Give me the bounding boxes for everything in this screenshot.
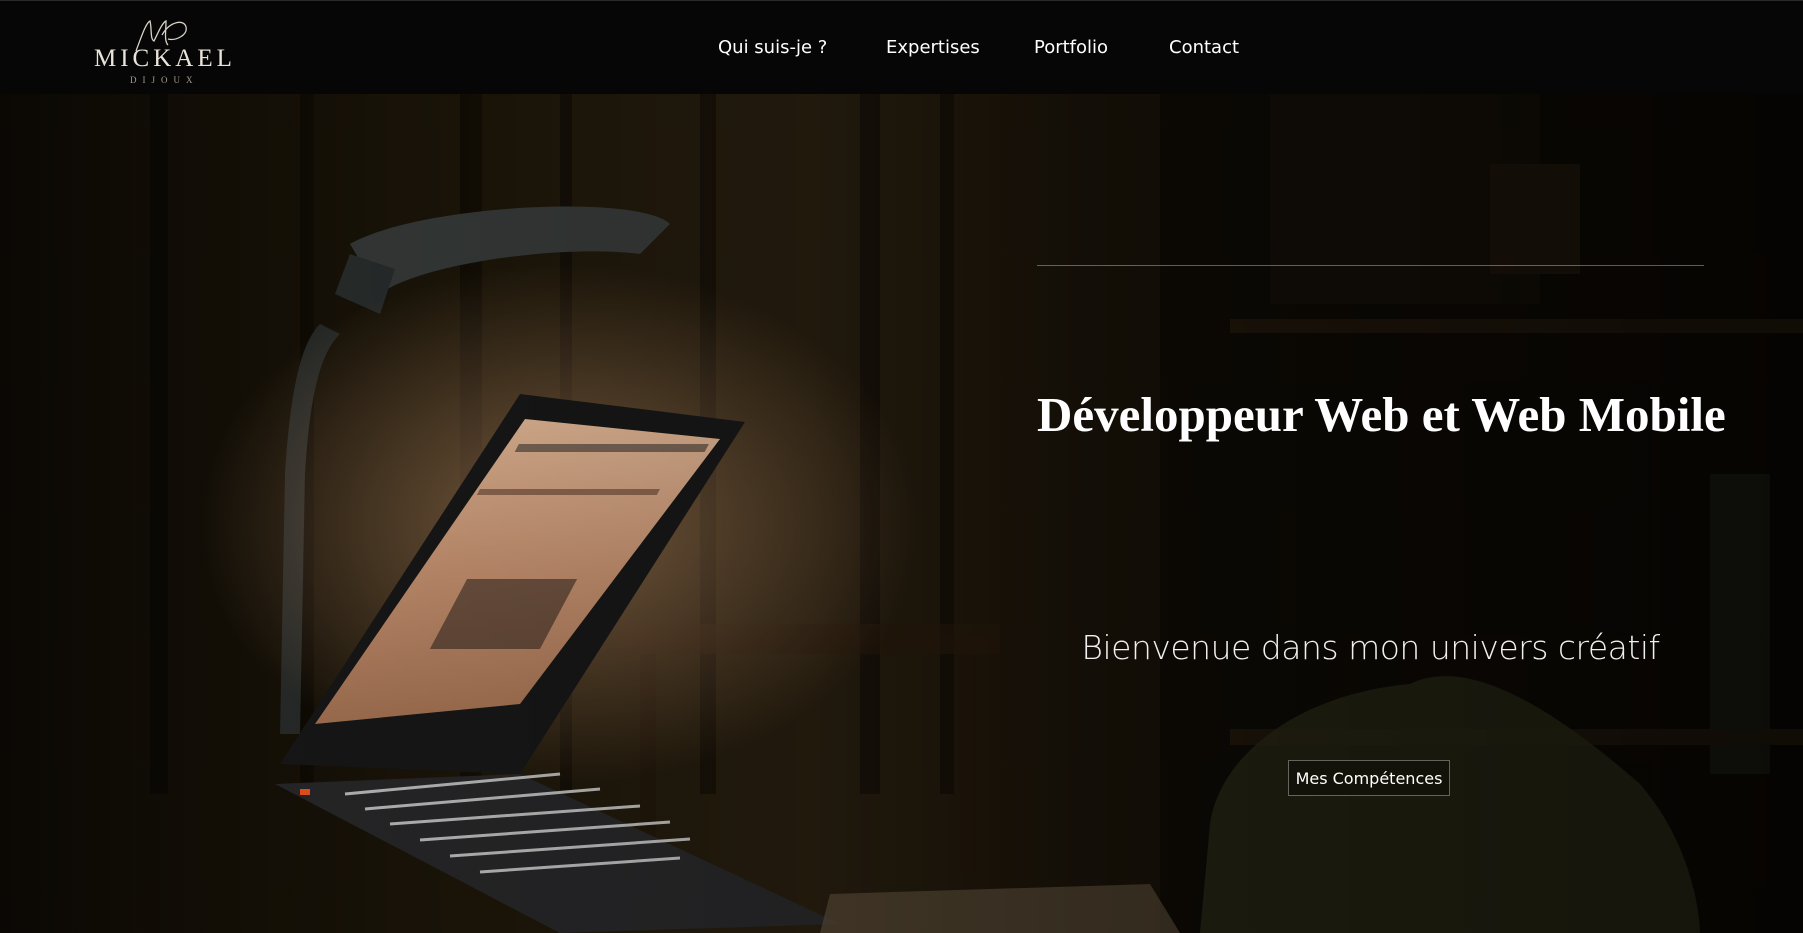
hero-section: Développeur Web et Web Mobile Bienvenue …	[0, 94, 1803, 933]
hero-background-image	[0, 94, 1803, 933]
hero-divider	[1037, 265, 1704, 266]
skills-button[interactable]: Mes Compétences	[1288, 760, 1450, 796]
hero-title: Développeur Web et Web Mobile	[1037, 387, 1726, 442]
nav-item-expertises[interactable]: Expertises	[886, 37, 980, 58]
hero-subtitle: Bienvenue dans mon univers créatif	[1081, 628, 1660, 667]
nav-item-contact[interactable]: Contact	[1169, 37, 1239, 58]
nav-item-portfolio[interactable]: Portfolio	[1034, 37, 1108, 58]
logo-name: MICKAEL	[94, 45, 236, 72]
logo-surname: DIJOUX	[130, 75, 199, 85]
site-header: MICKAEL DIJOUX Qui suis-je ? Expertises …	[0, 0, 1803, 94]
logo[interactable]: MICKAEL DIJOUX	[88, 11, 233, 87]
nav-item-about[interactable]: Qui suis-je ?	[718, 37, 827, 58]
